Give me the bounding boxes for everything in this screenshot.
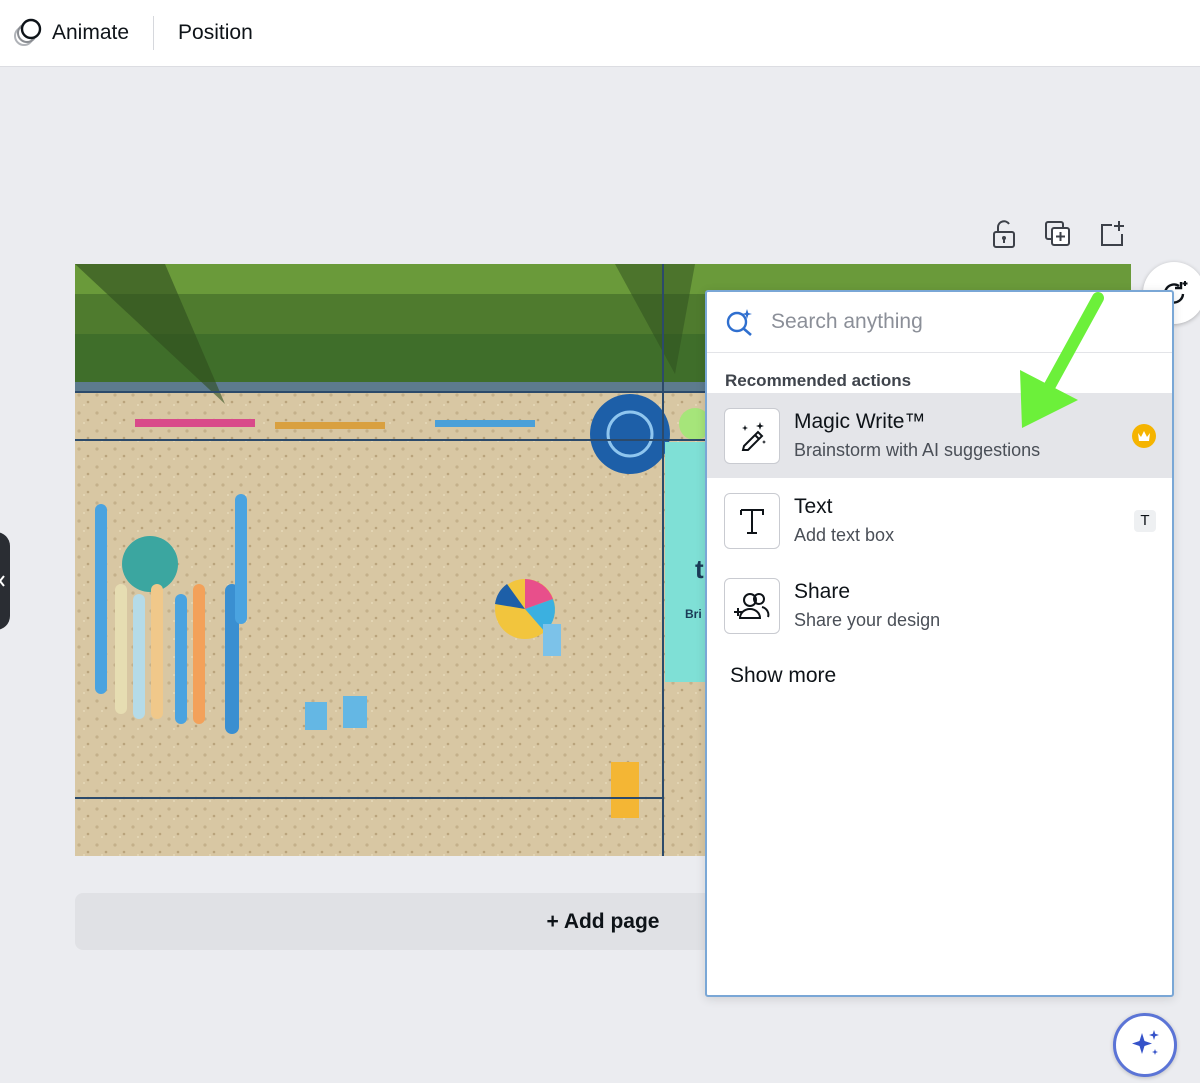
lock-icon[interactable] <box>988 218 1020 250</box>
add-page-icon[interactable] <box>1096 218 1128 250</box>
action-title: Text <box>794 495 833 518</box>
text-icon <box>724 492 780 549</box>
action-share[interactable]: Share Share your design <box>707 563 1172 648</box>
sparkle-icon <box>1132 1030 1159 1055</box>
page-tools <box>988 218 1128 250</box>
chevron-left-icon <box>0 575 5 587</box>
add-page-label: + Add page <box>546 909 660 933</box>
position-label: Position <box>178 21 253 44</box>
magic-search-icon <box>726 309 752 336</box>
top-toolbar: Animate Position <box>0 0 1200 67</box>
animate-label: Animate <box>52 21 130 44</box>
animate-button[interactable]: Animate <box>0 0 153 66</box>
duplicate-page-icon[interactable] <box>1042 218 1074 250</box>
annotation-arrow <box>1020 292 1104 428</box>
action-subtitle: Brainstorm with AI suggestions <box>794 440 1041 460</box>
shortcut-badge: T <box>1134 509 1156 532</box>
crown-icon <box>1132 423 1156 448</box>
action-title: Share <box>794 580 851 603</box>
magic-pen-icon <box>724 407 780 464</box>
design-heading-fragment: t <box>695 554 704 584</box>
animate-icon <box>14 18 42 46</box>
share-people-icon <box>724 577 780 634</box>
magic-assistant-button[interactable] <box>1113 1013 1177 1077</box>
action-text[interactable]: Text Add text box T <box>707 478 1172 563</box>
side-panel-toggle[interactable] <box>0 532 10 630</box>
action-subtitle: Share your design <box>794 610 941 630</box>
show-more-button[interactable]: Show more <box>707 648 1172 704</box>
position-button[interactable]: Position <box>154 0 253 66</box>
action-subtitle: Add text box <box>794 525 895 545</box>
design-body-fragment: Bri <box>685 607 702 621</box>
